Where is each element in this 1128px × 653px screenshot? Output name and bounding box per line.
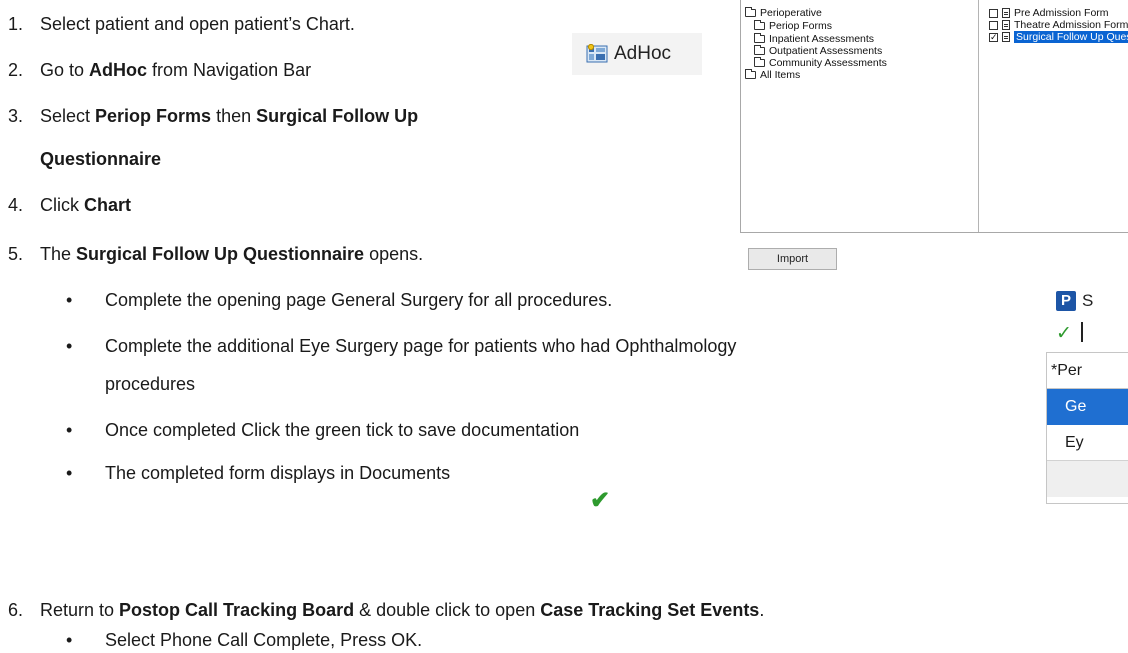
step-1: 1. Select patient and open patient’s Char…: [8, 11, 355, 37]
bullet-marker: •: [66, 290, 73, 310]
step-text: & double click to open: [354, 600, 541, 620]
form-checkbox[interactable]: [989, 8, 998, 18]
step-text: Case Tracking Set Events: [540, 600, 760, 620]
section-row[interactable]: [1047, 461, 1128, 497]
step-3: 3. Select Periop Forms then Surgical Foll…: [8, 103, 418, 129]
bullet-marker: •: [66, 463, 73, 483]
step-text: then: [211, 106, 257, 126]
step-number: 4.: [8, 195, 24, 215]
folder-icon: [754, 33, 765, 43]
folder-label: Perioperative: [760, 7, 822, 19]
step-4: Questionnaire: [8, 146, 161, 172]
folder-item[interactable]: All Items: [745, 69, 800, 81]
section-row[interactable]: Ey: [1047, 425, 1128, 461]
folder-label: Inpatient Assessments: [769, 33, 875, 45]
bullet-marker: •: [66, 420, 73, 440]
step-text: Periop Forms: [95, 106, 212, 126]
sign-tick-icon[interactable]: ✓: [1056, 322, 1072, 345]
bullet-text: The completed form displays in Documents: [105, 463, 451, 483]
step-text: Surgical Follow Up Questionnaire: [76, 244, 365, 264]
step-number: 5.: [8, 244, 24, 264]
folder-icon: [745, 69, 756, 79]
folder-item[interactable]: Community Assessments: [754, 57, 887, 69]
bullet-text: Complete the additional Eye Surgery page…: [105, 336, 737, 356]
folder-icon: [754, 45, 765, 55]
form-label: Theatre Admission Form: [1014, 19, 1128, 31]
step-text: Postop Call Tracking Board: [119, 600, 355, 620]
step-6: 5. The Surgical Follow Up Questionnaire o…: [8, 241, 423, 267]
form-item[interactable]: Theatre Admission Form: [989, 19, 1128, 31]
step-number: 2.: [8, 60, 24, 80]
step-text: AdHoc: [89, 60, 148, 80]
folder-item[interactable]: Outpatient Assessments: [754, 45, 882, 57]
folder-label: Periop Forms: [769, 20, 833, 32]
adhoc-grid-icon: [586, 44, 608, 63]
step-number: 3.: [8, 106, 24, 126]
form-item[interactable]: ✓ Surgical Follow Up Questionnaire: [989, 31, 1128, 43]
step-text: from Navigation Bar: [147, 60, 312, 80]
form-label: Surgical Follow Up Questionnaire: [1014, 31, 1128, 43]
step-text: Chart: [84, 195, 132, 215]
form-checkbox[interactable]: ✓: [989, 32, 998, 42]
form-checkbox[interactable]: [989, 20, 998, 30]
folder-label: All Items: [760, 69, 801, 81]
bullet-text: Complete the opening page General Surger…: [105, 290, 613, 310]
folder-icon: [754, 20, 765, 30]
adhoc-forms-panel: Perioperative Periop Forms Inpatient Asses…: [740, 0, 1128, 233]
form-label: Pre Admission Form: [1014, 7, 1109, 19]
step-2: 2. Go to AdHoc from Navigation Bar: [8, 57, 311, 83]
step-text: Click: [40, 195, 84, 215]
folder-icon: [745, 7, 756, 17]
adhoc-label: AdHoc: [614, 43, 672, 64]
section-row[interactable]: Ge: [1047, 389, 1128, 425]
toolbar-separator: [1081, 322, 1083, 342]
step-text: The: [40, 244, 77, 264]
bullet-text: Select Phone Call Complete, Press OK.: [105, 630, 423, 650]
green-tick-icon: ✔: [590, 487, 611, 514]
step-number: 1.: [8, 14, 24, 34]
folder-item[interactable]: Inpatient Assessments: [754, 33, 874, 45]
document-icon: [1002, 32, 1010, 42]
document-icon: [1002, 20, 1010, 30]
powerform-title: S: [1082, 291, 1094, 310]
powerform-app-icon: P: [1056, 291, 1076, 311]
bullet-text: Once completed Click the green tick to s…: [105, 420, 580, 440]
adhoc-button[interactable]: AdHoc: [572, 33, 702, 75]
import-button[interactable]: Import: [748, 248, 837, 270]
folder-icon: [754, 57, 765, 67]
step-number: 6.: [8, 600, 24, 620]
folder-item[interactable]: Periop Forms: [754, 20, 832, 32]
step-5: 4. Click Chart: [8, 192, 131, 218]
bullet-marker: •: [66, 336, 73, 356]
step-text: opens.: [364, 244, 424, 264]
step-text: Return to: [40, 600, 120, 620]
step-text: Select: [40, 106, 96, 126]
step-text: .: [759, 600, 765, 620]
folder-label: Community Assessments: [769, 57, 887, 69]
step-text: Questionnaire: [40, 149, 162, 169]
bullet-text: procedures: [105, 374, 196, 394]
step-7: 6. Return to Postop Call Tracking Board &…: [8, 597, 764, 623]
step-text: Select patient and open patient’s Chart.: [40, 14, 355, 34]
section-row: *Per: [1047, 353, 1128, 389]
form-item[interactable]: Pre Admission Form: [989, 7, 1109, 19]
bullet-marker: •: [66, 630, 73, 650]
folder-label: Outpatient Assessments: [769, 45, 883, 57]
document-icon: [1002, 8, 1010, 18]
step-text: Surgical Follow Up: [256, 106, 419, 126]
folder-item[interactable]: Perioperative: [745, 7, 822, 19]
panel-divider: [978, 0, 979, 232]
step-text: Go to: [40, 60, 90, 80]
powerform-header: P S: [1056, 291, 1093, 311]
